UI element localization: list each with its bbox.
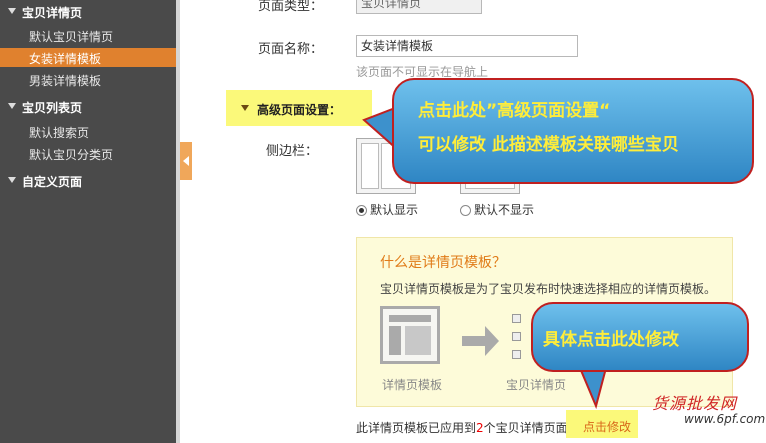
callout-top-line2: 可以修改 此描述模板关联哪些宝贝 <box>418 135 679 155</box>
callout-bottom-text: 具体点击此处修改 <box>543 330 679 350</box>
watermark-url: www.6pf.com <box>684 412 766 426</box>
watermark-title: 货源批发网 <box>652 394 738 413</box>
callout-tails <box>362 106 608 410</box>
callout-top-line1: 点击此处”高级页面设置“ <box>418 101 611 121</box>
